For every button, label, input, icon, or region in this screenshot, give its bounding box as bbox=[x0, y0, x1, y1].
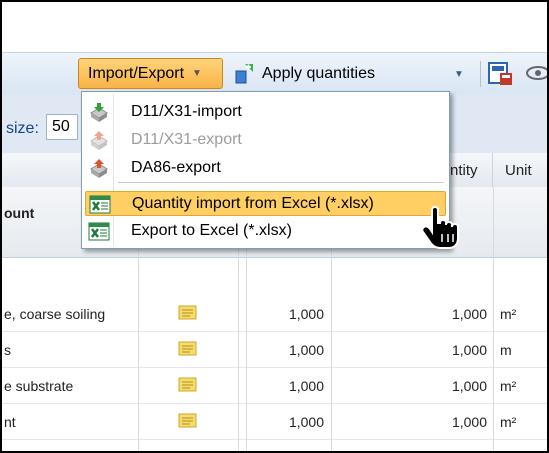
note-icon[interactable] bbox=[178, 304, 198, 321]
row-quantity-2: 1,000 bbox=[451, 341, 487, 358]
note-icon[interactable] bbox=[178, 376, 198, 393]
menu-separator bbox=[118, 182, 444, 183]
row-unit: m² bbox=[500, 305, 517, 322]
d11-import-icon bbox=[88, 102, 110, 123]
unit-header-label: Unit bbox=[505, 162, 532, 179]
row-description: s bbox=[4, 341, 11, 358]
note-icon[interactable] bbox=[178, 412, 198, 429]
note-icon[interactable] bbox=[178, 340, 198, 357]
row-description: e substrate bbox=[4, 377, 74, 394]
quantity-header-label: ntity bbox=[450, 162, 478, 179]
table-row[interactable]: s 1,000 1,000 m bbox=[2, 332, 547, 368]
row-quantity-2: 1,000 bbox=[451, 305, 487, 322]
apply-quantities-label: Apply quantities bbox=[262, 64, 375, 82]
row-unit: m bbox=[500, 341, 512, 358]
page-size-input[interactable]: 50 bbox=[46, 114, 78, 140]
table-row[interactable]: nt 1,000 1,000 m² bbox=[2, 404, 547, 440]
import-export-label: Import/Export bbox=[88, 64, 185, 82]
chevron-down-icon: ▼ bbox=[192, 68, 202, 79]
table-row[interactable]: e, coarse soiling 1,000 1,000 m² bbox=[2, 296, 547, 332]
excel-icon bbox=[89, 194, 111, 215]
apply-quantities-icon bbox=[234, 63, 254, 85]
menu-item-d11-import[interactable]: D11/X31-import bbox=[85, 100, 446, 125]
page-size-label: size: bbox=[6, 120, 39, 137]
table-row-empty[interactable] bbox=[2, 258, 547, 297]
row-unit: m² bbox=[500, 377, 517, 394]
chevron-down-icon[interactable]: ▼ bbox=[454, 69, 464, 80]
row-quantity-1: 1,000 bbox=[288, 377, 324, 394]
menu-item-label: D11/X31-import bbox=[131, 103, 242, 120]
menu-item-d11-export[interactable]: D11/X31-export bbox=[85, 128, 446, 153]
hand-cursor-icon bbox=[420, 205, 460, 250]
row-quantity-1: 1,000 bbox=[288, 305, 324, 322]
application-window: Import/Export ▼ Apply quantities ▼ size:… bbox=[0, 0, 549, 453]
menu-item-label: Quantity import from Excel (*.xlsx) bbox=[132, 195, 374, 212]
toolbar: Import/Export ▼ Apply quantities ▼ bbox=[2, 52, 547, 96]
d11-export-icon bbox=[88, 130, 110, 151]
menu-item-export-excel[interactable]: Export to Excel (*.xlsx) bbox=[85, 219, 446, 244]
menu-item-quantity-import-excel[interactable]: Quantity import from Excel (*.xlsx) bbox=[85, 191, 446, 216]
view-icon[interactable] bbox=[526, 63, 547, 83]
excel-icon bbox=[88, 221, 110, 242]
apply-quantities-button[interactable]: Apply quantities ▼ bbox=[234, 58, 474, 89]
row-quantity-2: 1,000 bbox=[451, 413, 487, 430]
row-quantity-1: 1,000 bbox=[288, 341, 324, 358]
row-quantity-1: 1,000 bbox=[288, 413, 324, 430]
calculator-icon[interactable] bbox=[488, 62, 514, 86]
amount-header-label: ount bbox=[4, 205, 35, 221]
menu-item-label: D11/X31-export bbox=[131, 131, 242, 148]
menu-item-da86-export[interactable]: DA86-export bbox=[85, 156, 446, 181]
toolbar-separator bbox=[480, 61, 481, 87]
import-export-menu: D11/X31-import D11/X31-export DA86-expor… bbox=[81, 91, 450, 249]
menu-item-label: Export to Excel (*.xlsx) bbox=[131, 222, 292, 239]
menu-item-label: DA86-export bbox=[131, 159, 221, 176]
row-unit: m² bbox=[500, 413, 517, 430]
row-quantity-2: 1,000 bbox=[451, 377, 487, 394]
da86-export-icon bbox=[88, 158, 110, 179]
table-row[interactable]: e substrate 1,000 1,000 m² bbox=[2, 368, 547, 404]
column-divider bbox=[493, 187, 494, 451]
row-description: nt bbox=[4, 413, 16, 430]
row-description: e, coarse soiling bbox=[4, 305, 106, 322]
column-header-unit[interactable]: Unit bbox=[494, 153, 546, 187]
import-export-button[interactable]: Import/Export ▼ bbox=[78, 58, 223, 89]
